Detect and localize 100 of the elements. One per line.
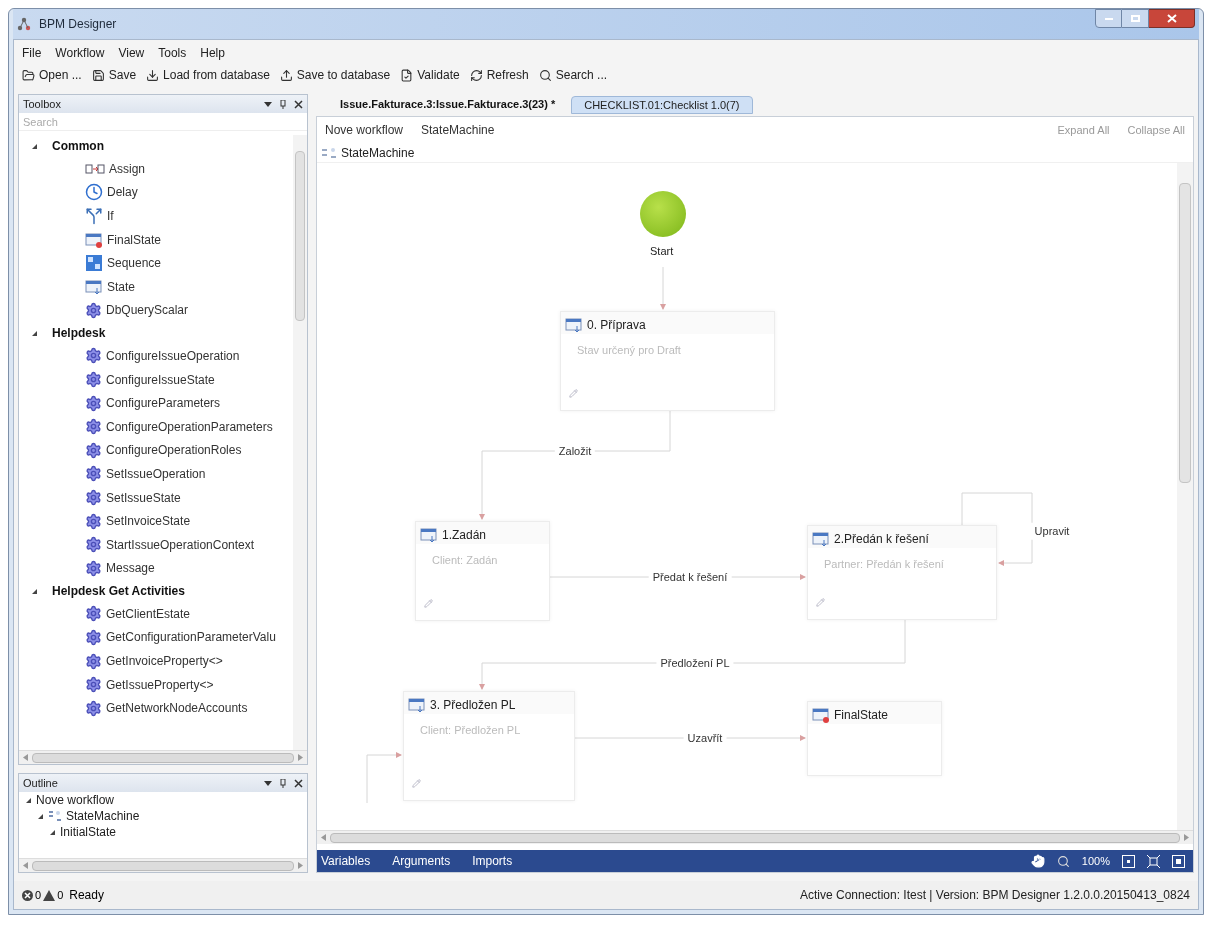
- toolbox-category[interactable]: Common: [52, 137, 104, 155]
- toolbox-item[interactable]: DbQueryScalar: [106, 301, 189, 320]
- gear-icon: [85, 652, 102, 670]
- toolbox-item[interactable]: SetInvoiceState: [106, 512, 191, 531]
- dropdown-icon[interactable]: [264, 101, 272, 107]
- vertical-scrollbar[interactable]: [293, 135, 307, 750]
- toolbox-item[interactable]: SetIssueState: [106, 488, 181, 507]
- horizontal-scrollbar[interactable]: [317, 830, 1193, 844]
- scroll-left-icon[interactable]: [23, 862, 28, 869]
- final-state-icon: [85, 231, 103, 248]
- scroll-right-icon[interactable]: [298, 862, 303, 869]
- toolbox-item[interactable]: GetClientEstate: [106, 604, 191, 623]
- final-state-icon: [812, 707, 830, 723]
- status-message: Ready: [69, 887, 104, 904]
- breadcrumb-item[interactable]: Nove workflow: [325, 121, 404, 139]
- document-tab[interactable]: CHECKLIST.01:Checklist 1.0(7): [571, 96, 753, 114]
- expand-arrow-icon[interactable]: [31, 329, 38, 337]
- toolbox-category[interactable]: Helpdesk Get Activities: [52, 582, 185, 601]
- toolbox-item[interactable]: FinalState: [107, 230, 162, 249]
- dropdown-icon[interactable]: [264, 780, 272, 786]
- scroll-right-icon[interactable]: [298, 754, 303, 761]
- menu-item[interactable]: Help: [200, 44, 225, 62]
- toolbar-button[interactable]: Save: [91, 66, 137, 84]
- toolbox-item[interactable]: Delay: [107, 183, 138, 202]
- maximize-button[interactable]: [1122, 9, 1149, 28]
- state-description: Client: Předložen PL: [419, 723, 522, 738]
- search-icon[interactable]: [1056, 854, 1070, 868]
- close-icon[interactable]: [294, 778, 303, 788]
- toolbar-button[interactable]: Search ...: [538, 66, 608, 84]
- bottom-tab[interactable]: Imports: [472, 852, 513, 870]
- hand-icon[interactable]: [1030, 854, 1045, 868]
- toolbox-item[interactable]: GetConfigurationParameterValu: [106, 628, 276, 647]
- toolbar-button[interactable]: Save to database: [279, 66, 391, 84]
- close-button[interactable]: [1149, 9, 1195, 28]
- toolbox-item[interactable]: GetIssueProperty<>: [106, 675, 214, 694]
- menu-item[interactable]: Workflow: [55, 44, 105, 62]
- refresh-icon: [469, 68, 483, 82]
- state-node[interactable]: 3. Předložen PL Client: Předložen PL: [403, 691, 575, 801]
- search-field[interactable]: Search: [19, 113, 307, 131]
- expand-icon[interactable]: [1147, 854, 1160, 868]
- bottom-tab[interactable]: Variables: [321, 852, 371, 870]
- state-title: 0. Příprava: [587, 317, 646, 334]
- outline-item[interactable]: Nove workflow: [36, 792, 115, 809]
- toolbox-item[interactable]: GetInvoiceProperty<>: [106, 652, 223, 671]
- gear-icon: [85, 676, 102, 694]
- menu-item[interactable]: Tools: [158, 44, 187, 62]
- toolbox-item[interactable]: Message: [106, 559, 155, 578]
- scroll-left-icon[interactable]: [321, 834, 326, 841]
- scroll-right-icon[interactable]: [1184, 834, 1189, 841]
- close-icon[interactable]: [294, 99, 303, 109]
- toolbox-item[interactable]: StartIssueOperationContext: [106, 535, 255, 554]
- outline-item[interactable]: StateMachine: [66, 807, 140, 825]
- pin-icon[interactable]: [280, 99, 286, 109]
- toolbar-button[interactable]: Load from database: [146, 66, 270, 84]
- pin-icon[interactable]: [280, 778, 286, 788]
- toolbox-item[interactable]: ConfigureOperationParameters: [106, 417, 273, 436]
- gear-icon: [85, 347, 102, 365]
- zoom-level[interactable]: 100%: [1081, 852, 1110, 870]
- expand-arrow-icon[interactable]: [25, 796, 32, 804]
- toolbox-item[interactable]: ConfigureIssueState: [106, 370, 215, 389]
- toolbar-button[interactable]: Validate: [400, 66, 460, 84]
- toolbox-item[interactable]: Sequence: [107, 254, 162, 273]
- horizontal-scrollbar[interactable]: [19, 858, 307, 872]
- toolbar-button[interactable]: Refresh: [469, 66, 529, 84]
- vertical-scrollbar[interactable]: [1177, 163, 1193, 830]
- fit-icon[interactable]: [1122, 854, 1135, 868]
- menu-item[interactable]: File: [22, 44, 42, 62]
- floppy-icon: [91, 68, 105, 82]
- state-node[interactable]: 2.Předán k řešení Partner: Předán k řešení: [807, 525, 997, 620]
- toolbox-item[interactable]: Assign: [109, 159, 146, 178]
- toolbox-item[interactable]: ConfigureIssueOperation: [106, 346, 240, 365]
- start-node[interactable]: [640, 191, 686, 237]
- horizontal-scrollbar[interactable]: [19, 750, 307, 764]
- minimize-button[interactable]: [1095, 9, 1122, 28]
- gear-icon: [85, 512, 102, 530]
- toolbox-item[interactable]: State: [107, 277, 136, 296]
- expand-arrow-icon[interactable]: [49, 828, 56, 836]
- toolbox-item[interactable]: If: [107, 207, 114, 225]
- state-node[interactable]: 0. Příprava Stav určený pro Draft: [560, 311, 775, 411]
- toolbox-item[interactable]: SetIssueOperation: [106, 464, 206, 483]
- toolbar-button[interactable]: Open ...: [22, 66, 82, 84]
- scroll-left-icon[interactable]: [23, 754, 28, 761]
- toolbox-item[interactable]: ConfigureParameters: [106, 394, 221, 413]
- toolbox-category[interactable]: Helpdesk: [52, 324, 106, 343]
- expand-arrow-icon[interactable]: [31, 142, 38, 150]
- gear-icon: [85, 465, 102, 483]
- final-state-node[interactable]: FinalState: [807, 701, 942, 776]
- breadcrumb-item[interactable]: StateMachine: [421, 121, 495, 139]
- outline-item[interactable]: InitialState: [60, 823, 117, 841]
- expand-arrow-icon[interactable]: [37, 812, 44, 820]
- toolbox-item[interactable]: ConfigureOperationRoles: [106, 441, 242, 460]
- close-icon: [1166, 14, 1177, 23]
- search-icon: [538, 68, 552, 82]
- expand-arrow-icon[interactable]: [31, 587, 38, 595]
- toolbox-item[interactable]: GetNetworkNodeAccounts: [106, 699, 248, 718]
- state-icon: [420, 527, 438, 543]
- menu-item[interactable]: View: [118, 44, 145, 62]
- state-node[interactable]: 1.Zadán Client: Zadán: [415, 521, 550, 621]
- overview-icon[interactable]: [1172, 854, 1185, 868]
- bottom-tab[interactable]: Arguments: [392, 852, 451, 870]
